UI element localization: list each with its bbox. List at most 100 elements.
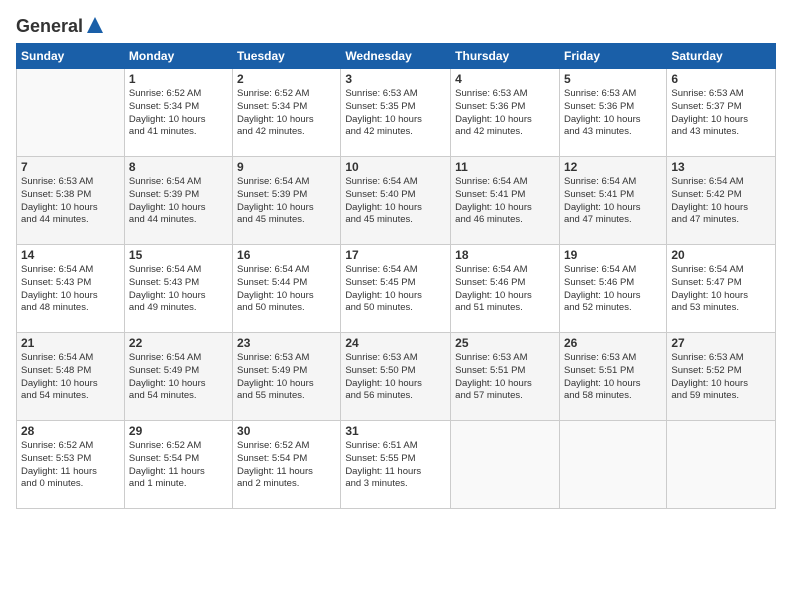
day-number: 13: [671, 160, 771, 174]
day-number: 25: [455, 336, 555, 350]
day-number: 28: [21, 424, 120, 438]
day-cell: 6 Sunrise: 6:53 AM Sunset: 5:37 PM Daylig…: [667, 69, 776, 157]
header: General: [16, 16, 776, 33]
day-info: Sunrise: 6:52 AM Sunset: 5:53 PM Dayligh…: [21, 440, 120, 491]
day-number: 11: [455, 160, 555, 174]
day-info: Sunrise: 6:54 AM Sunset: 5:41 PM Dayligh…: [564, 176, 662, 227]
day-cell: 8Sunrise: 6:54 AM Sunset: 5:39 PM Daylig…: [124, 157, 232, 245]
day-number: 17: [345, 248, 446, 262]
header-day-tuesday: Tuesday: [233, 44, 341, 69]
day-info: Sunrise: 6:54 AM Sunset: 5:40 PM Dayligh…: [345, 176, 446, 227]
day-cell: 17 Sunrise: 6:54 AM Sunset: 5:45 PM Dayli…: [341, 245, 451, 333]
header-day-wednesday: Wednesday: [341, 44, 451, 69]
day-info: Sunrise: 6:54 AM Sunset: 5:48 PM Dayligh…: [21, 352, 120, 403]
day-number: 20: [671, 248, 771, 262]
week-row-2: 7 Sunrise: 6:53 AM Sunset: 5:38 PM Daylig…: [17, 157, 776, 245]
header-day-thursday: Thursday: [451, 44, 560, 69]
logo-general: General: [16, 16, 83, 37]
day-number: 30: [237, 424, 336, 438]
day-number: 6: [671, 72, 771, 86]
day-cell: 1 Sunrise: 6:52 AM Sunset: 5:34 PM Daylig…: [124, 69, 232, 157]
day-cell: [17, 69, 125, 157]
day-cell: 20 Sunrise: 6:54 AM Sunset: 5:47 PM Dayli…: [667, 245, 776, 333]
day-number: 1: [129, 72, 228, 86]
day-number: 24: [345, 336, 446, 350]
day-info: Sunrise: 6:53 AM Sunset: 5:51 PM Dayligh…: [455, 352, 555, 403]
day-number: 4: [455, 72, 555, 86]
day-cell: 18 Sunrise: 6:54 AM Sunset: 5:46 PM Dayli…: [451, 245, 560, 333]
day-info: Sunrise: 6:54 AM Sunset: 5:43 PM Dayligh…: [21, 264, 120, 315]
day-cell: 28 Sunrise: 6:52 AM Sunset: 5:53 PM Dayli…: [17, 421, 125, 509]
day-number: 7: [21, 160, 120, 174]
day-cell: 30 Sunrise: 6:52 AM Sunset: 5:54 PM Dayli…: [233, 421, 341, 509]
day-cell: 19Sunrise: 6:54 AM Sunset: 5:46 PM Dayli…: [559, 245, 666, 333]
day-cell: [451, 421, 560, 509]
week-row-5: 28 Sunrise: 6:52 AM Sunset: 5:53 PM Dayli…: [17, 421, 776, 509]
day-number: 23: [237, 336, 336, 350]
day-number: 22: [129, 336, 228, 350]
day-info: Sunrise: 6:54 AM Sunset: 5:42 PM Dayligh…: [671, 176, 771, 227]
day-cell: 23 Sunrise: 6:53 AM Sunset: 5:49 PM Dayli…: [233, 333, 341, 421]
day-info: Sunrise: 6:54 AM Sunset: 5:39 PM Dayligh…: [237, 176, 336, 227]
header-row: SundayMondayTuesdayWednesdayThursdayFrid…: [17, 44, 776, 69]
day-number: 2: [237, 72, 336, 86]
day-cell: 22 Sunrise: 6:54 AM Sunset: 5:49 PM Dayli…: [124, 333, 232, 421]
day-cell: 27Sunrise: 6:53 AM Sunset: 5:52 PM Dayli…: [667, 333, 776, 421]
day-info: Sunrise: 6:53 AM Sunset: 5:35 PM Dayligh…: [345, 88, 446, 139]
day-cell: 11Sunrise: 6:54 AM Sunset: 5:41 PM Dayli…: [451, 157, 560, 245]
day-number: 18: [455, 248, 555, 262]
day-cell: 26 Sunrise: 6:53 AM Sunset: 5:51 PM Dayli…: [559, 333, 666, 421]
day-number: 21: [21, 336, 120, 350]
day-info: Sunrise: 6:53 AM Sunset: 5:51 PM Dayligh…: [564, 352, 662, 403]
day-number: 26: [564, 336, 662, 350]
day-info: Sunrise: 6:53 AM Sunset: 5:49 PM Dayligh…: [237, 352, 336, 403]
day-number: 8: [129, 160, 228, 174]
day-cell: 9 Sunrise: 6:54 AM Sunset: 5:39 PM Daylig…: [233, 157, 341, 245]
day-info: Sunrise: 6:54 AM Sunset: 5:49 PM Dayligh…: [129, 352, 228, 403]
header-day-saturday: Saturday: [667, 44, 776, 69]
day-cell: 24 Sunrise: 6:53 AM Sunset: 5:50 PM Dayli…: [341, 333, 451, 421]
day-number: 14: [21, 248, 120, 262]
day-info: Sunrise: 6:54 AM Sunset: 5:46 PM Dayligh…: [564, 264, 662, 315]
day-info: Sunrise: 6:54 AM Sunset: 5:47 PM Dayligh…: [671, 264, 771, 315]
day-number: 15: [129, 248, 228, 262]
calendar-table: SundayMondayTuesdayWednesdayThursdayFrid…: [16, 43, 776, 509]
day-number: 9: [237, 160, 336, 174]
day-info: Sunrise: 6:52 AM Sunset: 5:54 PM Dayligh…: [237, 440, 336, 491]
day-info: Sunrise: 6:53 AM Sunset: 5:50 PM Dayligh…: [345, 352, 446, 403]
header-day-monday: Monday: [124, 44, 232, 69]
day-info: Sunrise: 6:53 AM Sunset: 5:38 PM Dayligh…: [21, 176, 120, 227]
day-info: Sunrise: 6:52 AM Sunset: 5:34 PM Dayligh…: [129, 88, 228, 139]
day-cell: 10 Sunrise: 6:54 AM Sunset: 5:40 PM Dayli…: [341, 157, 451, 245]
day-number: 5: [564, 72, 662, 86]
day-cell: 16Sunrise: 6:54 AM Sunset: 5:44 PM Dayli…: [233, 245, 341, 333]
day-number: 12: [564, 160, 662, 174]
day-cell: 14 Sunrise: 6:54 AM Sunset: 5:43 PM Dayli…: [17, 245, 125, 333]
day-info: Sunrise: 6:51 AM Sunset: 5:55 PM Dayligh…: [345, 440, 446, 491]
day-number: 10: [345, 160, 446, 174]
day-info: Sunrise: 6:52 AM Sunset: 5:34 PM Dayligh…: [237, 88, 336, 139]
day-number: 29: [129, 424, 228, 438]
day-cell: 4Sunrise: 6:53 AM Sunset: 5:36 PM Daylig…: [451, 69, 560, 157]
day-cell: 15 Sunrise: 6:54 AM Sunset: 5:43 PM Dayli…: [124, 245, 232, 333]
page: General SundayMondayTuesdayWednesdayThur…: [0, 0, 792, 612]
day-cell: 31Sunrise: 6:51 AM Sunset: 5:55 PM Dayli…: [341, 421, 451, 509]
day-cell: 5Sunrise: 6:53 AM Sunset: 5:36 PM Daylig…: [559, 69, 666, 157]
week-row-4: 21 Sunrise: 6:54 AM Sunset: 5:48 PM Dayli…: [17, 333, 776, 421]
day-number: 16: [237, 248, 336, 262]
week-row-3: 14 Sunrise: 6:54 AM Sunset: 5:43 PM Dayli…: [17, 245, 776, 333]
day-number: 3: [345, 72, 446, 86]
day-info: Sunrise: 6:53 AM Sunset: 5:52 PM Dayligh…: [671, 352, 771, 403]
day-cell: [667, 421, 776, 509]
logo-icon: [85, 15, 105, 35]
day-info: Sunrise: 6:54 AM Sunset: 5:43 PM Dayligh…: [129, 264, 228, 315]
day-info: Sunrise: 6:53 AM Sunset: 5:37 PM Dayligh…: [671, 88, 771, 139]
day-cell: 21 Sunrise: 6:54 AM Sunset: 5:48 PM Dayli…: [17, 333, 125, 421]
day-info: Sunrise: 6:54 AM Sunset: 5:45 PM Dayligh…: [345, 264, 446, 315]
day-cell: 12 Sunrise: 6:54 AM Sunset: 5:41 PM Dayli…: [559, 157, 666, 245]
day-cell: 3 Sunrise: 6:53 AM Sunset: 5:35 PM Daylig…: [341, 69, 451, 157]
day-cell: 7 Sunrise: 6:53 AM Sunset: 5:38 PM Daylig…: [17, 157, 125, 245]
day-info: Sunrise: 6:54 AM Sunset: 5:46 PM Dayligh…: [455, 264, 555, 315]
header-day-sunday: Sunday: [17, 44, 125, 69]
logo: General: [16, 16, 105, 33]
